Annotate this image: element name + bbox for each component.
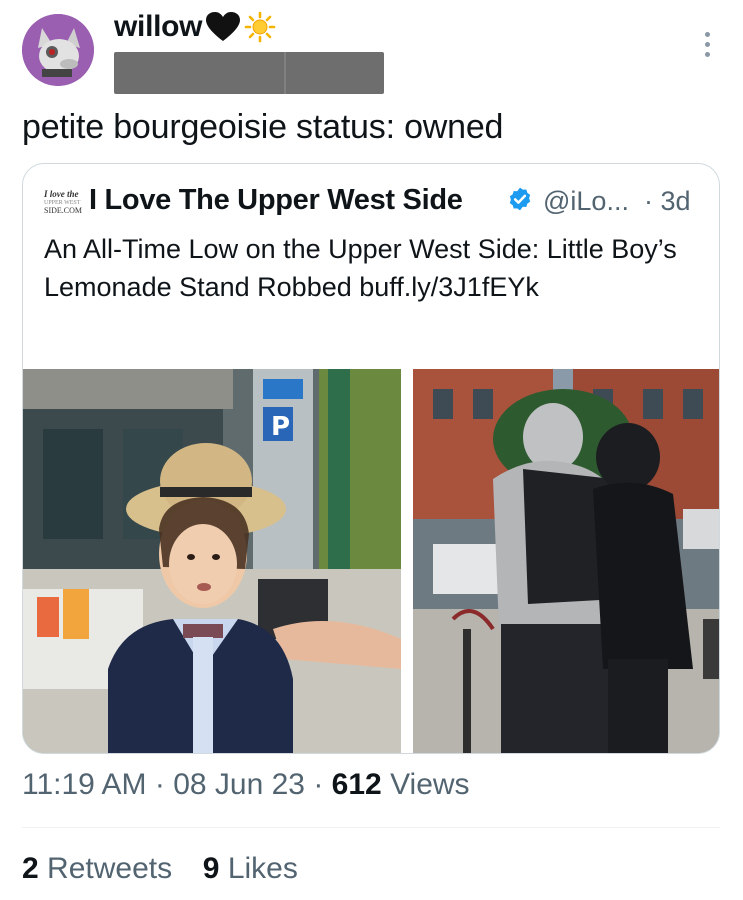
redacted-handle [114, 52, 384, 94]
black-heart-icon [206, 12, 241, 42]
wolf-avatar-icon [22, 14, 94, 86]
quote-text: An All-Time Low on the Upper West Side: … [44, 234, 677, 302]
likes-stat[interactable]: 9 Likes [203, 852, 298, 885]
verified-badge-icon [507, 186, 533, 212]
svg-text:P: P [271, 412, 290, 442]
likes-label: Likes [227, 852, 298, 885]
engagement-stats: 2 Retweets 9 Likes [22, 852, 298, 886]
tweet-date[interactable]: 08 Jun 23 [173, 768, 305, 801]
tweet-text: petite bourgeoisie status: owned [22, 108, 504, 146]
quote-author-name[interactable]: I Love The Upper West Side [89, 184, 463, 217]
quote-avatar-logo[interactable]: I love the UPPER WEST SIDE.COM [44, 190, 86, 224]
tweet-meta: 11:19 AM · 08 Jun 23 · 612 Views [22, 768, 470, 801]
author-name-text: willow [114, 10, 203, 43]
author-name[interactable]: willow [114, 10, 276, 44]
views-count: 612 [331, 768, 382, 801]
quote-timestamp[interactable]: · 3d [644, 186, 691, 217]
tweet-time[interactable]: 11:19 AM [22, 768, 147, 801]
retweets-label: Retweets [47, 852, 173, 885]
quote-handle[interactable]: @iLo... [543, 186, 629, 217]
quoted-tweet-card[interactable]: I love the UPPER WEST SIDE.COM I Love Th… [22, 163, 720, 754]
retweets-stat[interactable]: 2 Retweets [22, 852, 180, 885]
hooded-figures-photo[interactable] [413, 369, 719, 753]
retweets-count: 2 [22, 852, 39, 885]
likes-count: 9 [202, 852, 220, 885]
divider [22, 827, 720, 828]
quote-time-value: 3d [660, 186, 691, 216]
boy-in-straw-hat-photo[interactable]: P [23, 369, 401, 753]
more-options-icon[interactable] [694, 24, 720, 64]
avatar[interactable] [22, 14, 94, 86]
views-label: Views [390, 768, 470, 801]
sun-icon [244, 11, 276, 43]
